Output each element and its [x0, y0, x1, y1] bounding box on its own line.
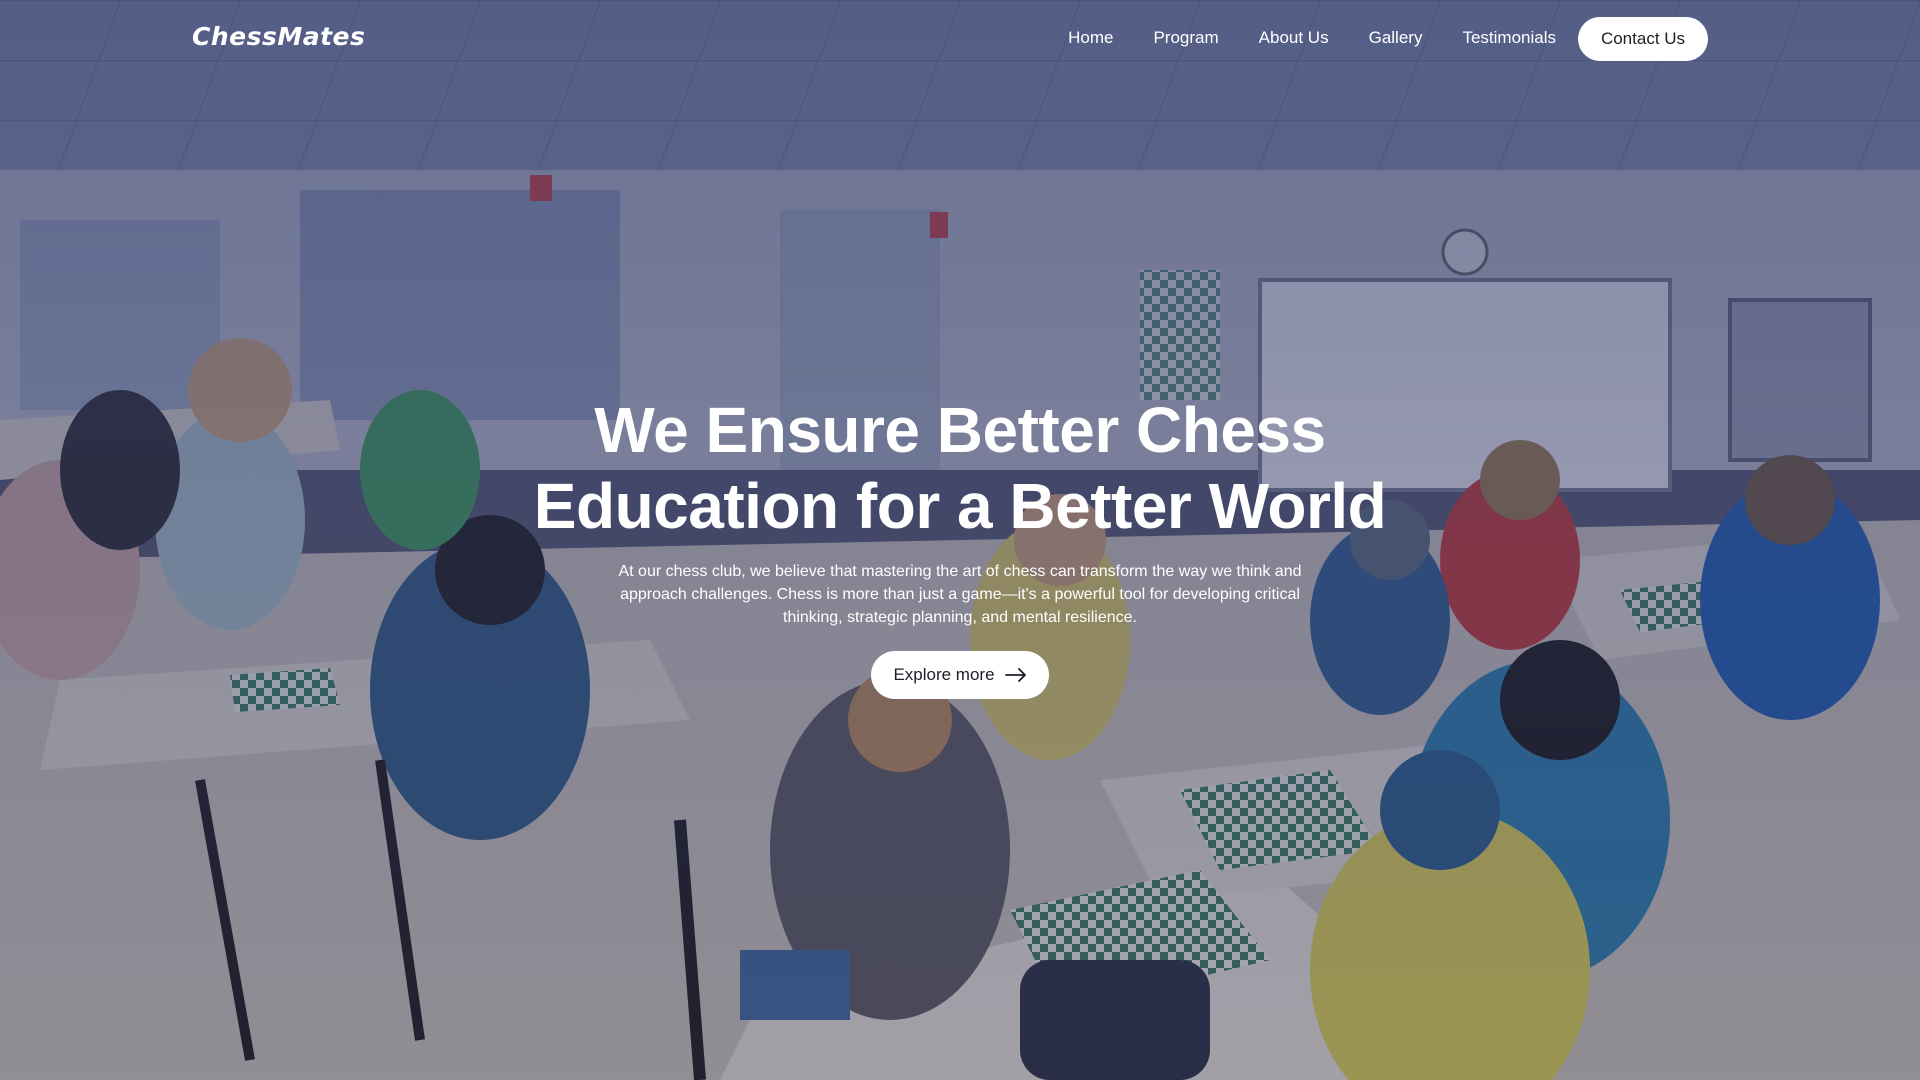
explore-more-button[interactable]: Explore more: [871, 651, 1049, 699]
nav-link-home[interactable]: Home: [1068, 28, 1113, 48]
nav-link-about-us[interactable]: About Us: [1259, 28, 1329, 48]
hero-title-line-2: Education for a Better World: [533, 470, 1387, 542]
top-navbar: ChessMates Home Program About Us Gallery…: [0, 0, 1920, 78]
contact-us-button[interactable]: Contact Us: [1578, 17, 1708, 61]
explore-more-label: Explore more: [893, 665, 995, 684]
nav-links: Home Program About Us Gallery Testimonia…: [1068, 28, 1556, 48]
nav-link-gallery[interactable]: Gallery: [1369, 28, 1423, 48]
hero-section: ChessMates Home Program About Us Gallery…: [0, 0, 1920, 1080]
nav-link-program[interactable]: Program: [1153, 28, 1218, 48]
hero-description: At our chess club, we believe that maste…: [618, 563, 1302, 626]
nav-link-testimonials[interactable]: Testimonials: [1462, 28, 1556, 48]
arrow-right-icon: [1004, 668, 1027, 682]
hero-content: We Ensure Better Chess Education for a B…: [0, 392, 1920, 699]
brand-logo[interactable]: ChessMates: [192, 22, 365, 51]
hero-title: We Ensure Better Chess Education for a B…: [0, 392, 1920, 544]
hero-title-line-1: We Ensure Better Chess: [594, 394, 1326, 466]
